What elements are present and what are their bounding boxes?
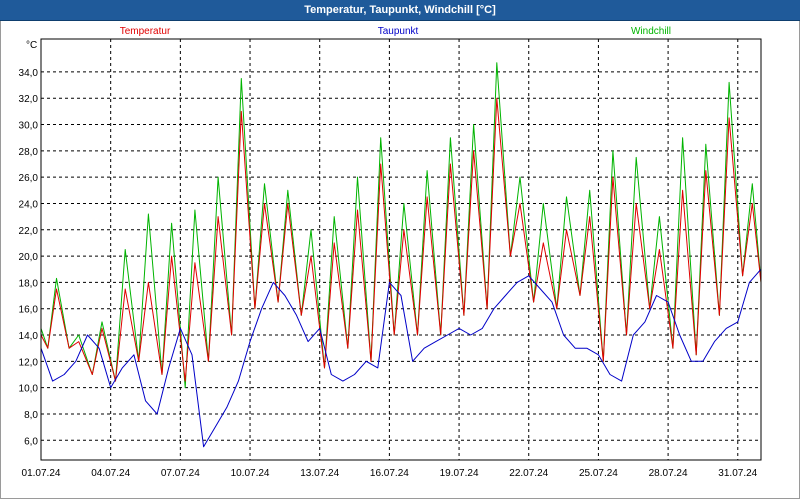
series-line-taupunkt — [40, 268, 762, 448]
x-tick-label: 16.07.24 — [370, 468, 409, 479]
y-tick-label: 8,0 — [24, 410, 38, 421]
y-tick-label: 28,0 — [19, 147, 39, 158]
y-tick-label: 26,0 — [19, 173, 39, 184]
x-tick-label: 19.07.24 — [440, 468, 479, 479]
x-tick-label: 07.07.24 — [161, 468, 200, 479]
y-tick-label: 24,0 — [19, 199, 39, 210]
legend-windchill: Windchill — [631, 26, 671, 37]
chart-title: Temperatur, Taupunkt, Windchill [°C] — [0, 0, 800, 21]
y-tick-label: 22,0 — [19, 226, 39, 237]
x-tick-label: 28.07.24 — [649, 468, 688, 479]
x-tick-label: 31.07.24 — [718, 468, 757, 479]
x-tick-label: 22.07.24 — [509, 468, 548, 479]
chart-frame: 6,0 8,0 10,0 12,0 14,0 16,0 18,0 20,0 22,0 24,0 26… — [0, 21, 800, 499]
series-layer — [40, 62, 762, 448]
y-axis: 6,0 8,0 10,0 12,0 14,0 16,0 18,0 20,0 22,0 24,0 26… — [19, 68, 39, 447]
legend: Temperatur Taupunkt Windchill — [120, 26, 671, 37]
y-tick-label: 18,0 — [19, 278, 39, 289]
x-tick-label: 25.07.24 — [579, 468, 618, 479]
legend-taupunkt: Taupunkt — [378, 26, 419, 37]
legend-temperatur: Temperatur — [120, 26, 171, 37]
y-tick-label: 12,0 — [19, 357, 39, 368]
y-tick-label: 10,0 — [19, 384, 39, 395]
x-tick-label: 10.07.24 — [231, 468, 270, 479]
x-tick-label: 04.07.24 — [91, 468, 130, 479]
y-tick-label: 30,0 — [19, 121, 39, 132]
x-tick-label: 01.07.24 — [22, 468, 61, 479]
line-chart: 6,0 8,0 10,0 12,0 14,0 16,0 18,0 20,0 22,0 24,0 26… — [19, 26, 762, 479]
y-tick-label: 16,0 — [19, 305, 39, 316]
y-tick-label: 32,0 — [19, 94, 39, 105]
y-tick-label: 20,0 — [19, 252, 39, 263]
series-line-windchill — [40, 62, 762, 389]
y-tick-label: 34,0 — [19, 68, 39, 79]
y-tick-label: 6,0 — [24, 436, 38, 447]
x-tick-label: 13.07.24 — [300, 468, 339, 479]
x-axis: 01.07.24 04.07.24 07.07.24 10.07.24 13.07.24… — [22, 468, 758, 479]
y-unit-label: °C — [26, 40, 37, 51]
y-tick-label: 14,0 — [19, 331, 39, 342]
